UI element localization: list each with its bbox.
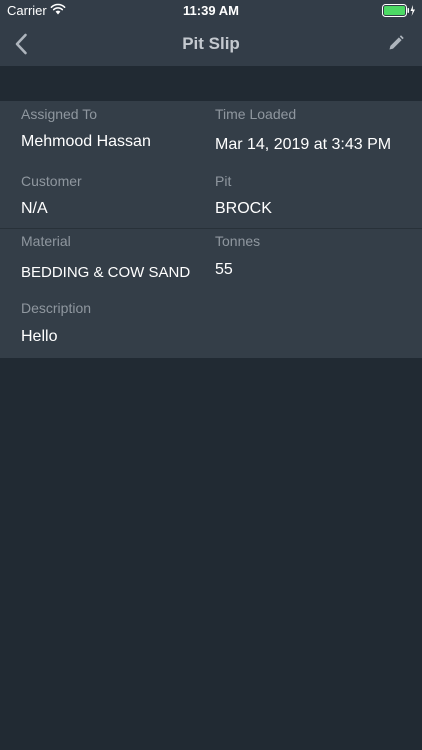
navigation-bar: Pit Slip (0, 22, 422, 66)
section-spacer (0, 66, 422, 101)
material-value: BEDDING & COW SAND (21, 264, 191, 281)
page-title: Pit Slip (182, 34, 240, 53)
tonnes-value: 55 (215, 261, 233, 278)
customer-label: Customer (21, 173, 82, 189)
description-label: Description (21, 300, 92, 316)
customer-value: N/A (21, 200, 48, 217)
battery-charging-icon (382, 4, 416, 20)
top-bar: Carrier 11:39 AM Pit Slip (0, 0, 422, 66)
row-divider (0, 228, 422, 229)
edit-button[interactable] (384, 31, 408, 55)
pencil-icon (389, 35, 404, 50)
pit-slip-details-card: Assigned To Mehmood Hassan Time Loaded M… (0, 101, 422, 358)
pit-label: Pit (215, 173, 232, 189)
pit-value: BROCK (215, 200, 272, 217)
status-time: 11:39 AM (183, 3, 239, 18)
assigned-to-label: Assigned To (21, 106, 98, 122)
material-label: Material (21, 233, 71, 249)
assigned-to-value: Mehmood Hassan (21, 133, 151, 150)
status-bar: Carrier 11:39 AM (0, 0, 422, 22)
time-loaded-label: Time Loaded (215, 106, 297, 122)
description-value: Hello (21, 328, 58, 345)
time-loaded-value: Mar 14, 2019 at 3:43 PM (215, 136, 392, 153)
tonnes-label: Tonnes (215, 233, 261, 249)
